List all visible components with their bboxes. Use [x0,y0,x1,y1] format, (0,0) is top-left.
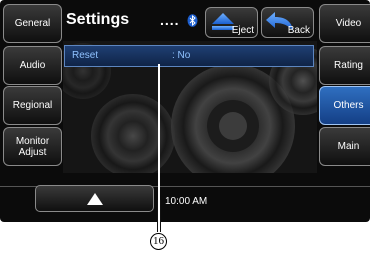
up-button[interactable] [35,185,154,212]
audio-label: Audio [19,60,46,71]
title-dots: .... [160,12,180,28]
up-arrow-icon [87,193,103,205]
monitor-adjust-button[interactable]: Monitor Adjust [3,127,62,166]
callout-line [158,64,160,232]
others-label: Others [333,100,364,111]
regional-label: Regional [12,100,53,111]
regional-button[interactable]: Regional [3,86,62,125]
reset-value: : No [172,50,191,61]
back-button[interactable]: Back [261,7,314,38]
page-title: Settings [66,11,130,28]
audio-button[interactable]: Audio [3,46,62,85]
clock-time: 10:00 AM [165,196,208,207]
eject-label: Eject [231,25,254,36]
main-button[interactable]: Main [319,127,370,166]
bluetooth-icon [187,14,198,27]
eject-button[interactable]: Eject [205,7,258,38]
video-label: Video [335,18,362,29]
main-label: Main [337,141,360,152]
reset-label: Reset [72,50,99,61]
monitor-adjust-label: Monitor Adjust [15,135,50,158]
others-button[interactable]: Others [319,86,370,125]
video-button[interactable]: Video [319,4,370,43]
general-label: General [14,18,51,29]
rating-button[interactable]: Rating [319,46,370,85]
screen: General Audio Regional Monitor Adjust Vi… [0,0,370,222]
rating-label: Rating [334,60,363,71]
callout-number: 16 [150,233,167,250]
back-label: Back [287,25,310,36]
reset-setting-row[interactable]: Reset : No [64,45,314,67]
general-button[interactable]: General [3,4,62,43]
